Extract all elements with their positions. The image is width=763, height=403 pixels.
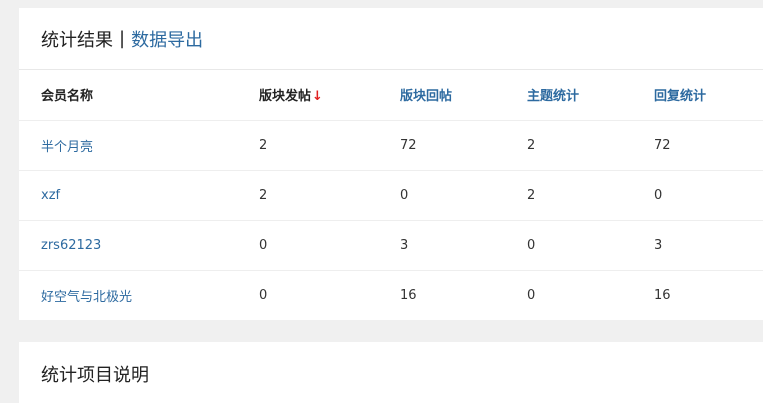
member-link[interactable]: 好空气与北极光 <box>41 290 132 305</box>
header-reply-stats[interactable]: 回复统计 <box>654 70 763 121</box>
table-row: 半个月亮 2 72 2 72 <box>19 120 763 171</box>
cell-section-posts: 2 <box>259 170 400 221</box>
header-member-name: 会员名称 <box>19 70 259 121</box>
stats-panel-header: 统计结果 | 数据导出 <box>19 8 763 70</box>
export-data-link[interactable]: 数据导出 <box>131 26 203 52</box>
member-link[interactable]: xzf <box>41 188 60 203</box>
table-header-row: 会员名称 版块发帖↓ 版块回帖 主题统计 回复统计 <box>19 70 763 121</box>
cell-section-posts: 0 <box>259 220 400 271</box>
table-row: xzf 2 0 2 0 <box>19 170 763 221</box>
cell-reply-stats: 16 <box>654 287 671 303</box>
stats-panel-title: 统计结果 <box>41 29 113 51</box>
sort-desc-arrow-icon: ↓ <box>312 89 323 105</box>
table-row: 好空气与北极光 0 16 0 16 <box>19 270 763 320</box>
cell-section-posts: 2 <box>259 120 400 171</box>
stats-table: 会员名称 版块发帖↓ 版块回帖 主题统计 回复统计 半个月亮 2 72 2 72… <box>19 70 763 320</box>
cell-topic-stats: 2 <box>527 170 654 221</box>
header-section-replies[interactable]: 版块回帖 <box>400 70 527 121</box>
stats-description-panel: 统计项目说明 <box>19 342 763 403</box>
header-section-posts[interactable]: 版块发帖↓ <box>259 70 400 121</box>
cell-section-posts: 0 <box>259 287 268 303</box>
cell-topic-stats: 0 <box>527 287 536 303</box>
member-link[interactable]: zrs62123 <box>41 238 101 253</box>
cell-section-replies: 72 <box>400 120 527 171</box>
cell-section-replies: 16 <box>400 287 417 303</box>
cell-section-replies: 0 <box>400 170 527 221</box>
desc-panel-title: 统计项目说明 <box>41 365 149 386</box>
desc-panel-header: 统计项目说明 <box>19 342 763 403</box>
cell-reply-stats: 0 <box>654 170 763 221</box>
cell-topic-stats: 0 <box>527 220 654 271</box>
cell-reply-stats: 3 <box>654 220 763 271</box>
stats-results-panel: 统计结果 | 数据导出 会员名称 版块发帖↓ 版块回帖 主题统计 回复统计 半个… <box>19 8 763 320</box>
cell-topic-stats: 2 <box>527 120 654 171</box>
cell-section-replies: 3 <box>400 220 527 271</box>
header-topic-stats[interactable]: 主题统计 <box>527 70 654 121</box>
title-separator: | <box>119 28 126 49</box>
table-row: zrs62123 0 3 0 3 <box>19 220 763 271</box>
member-link[interactable]: 半个月亮 <box>41 140 93 155</box>
cell-reply-stats: 72 <box>654 120 763 171</box>
